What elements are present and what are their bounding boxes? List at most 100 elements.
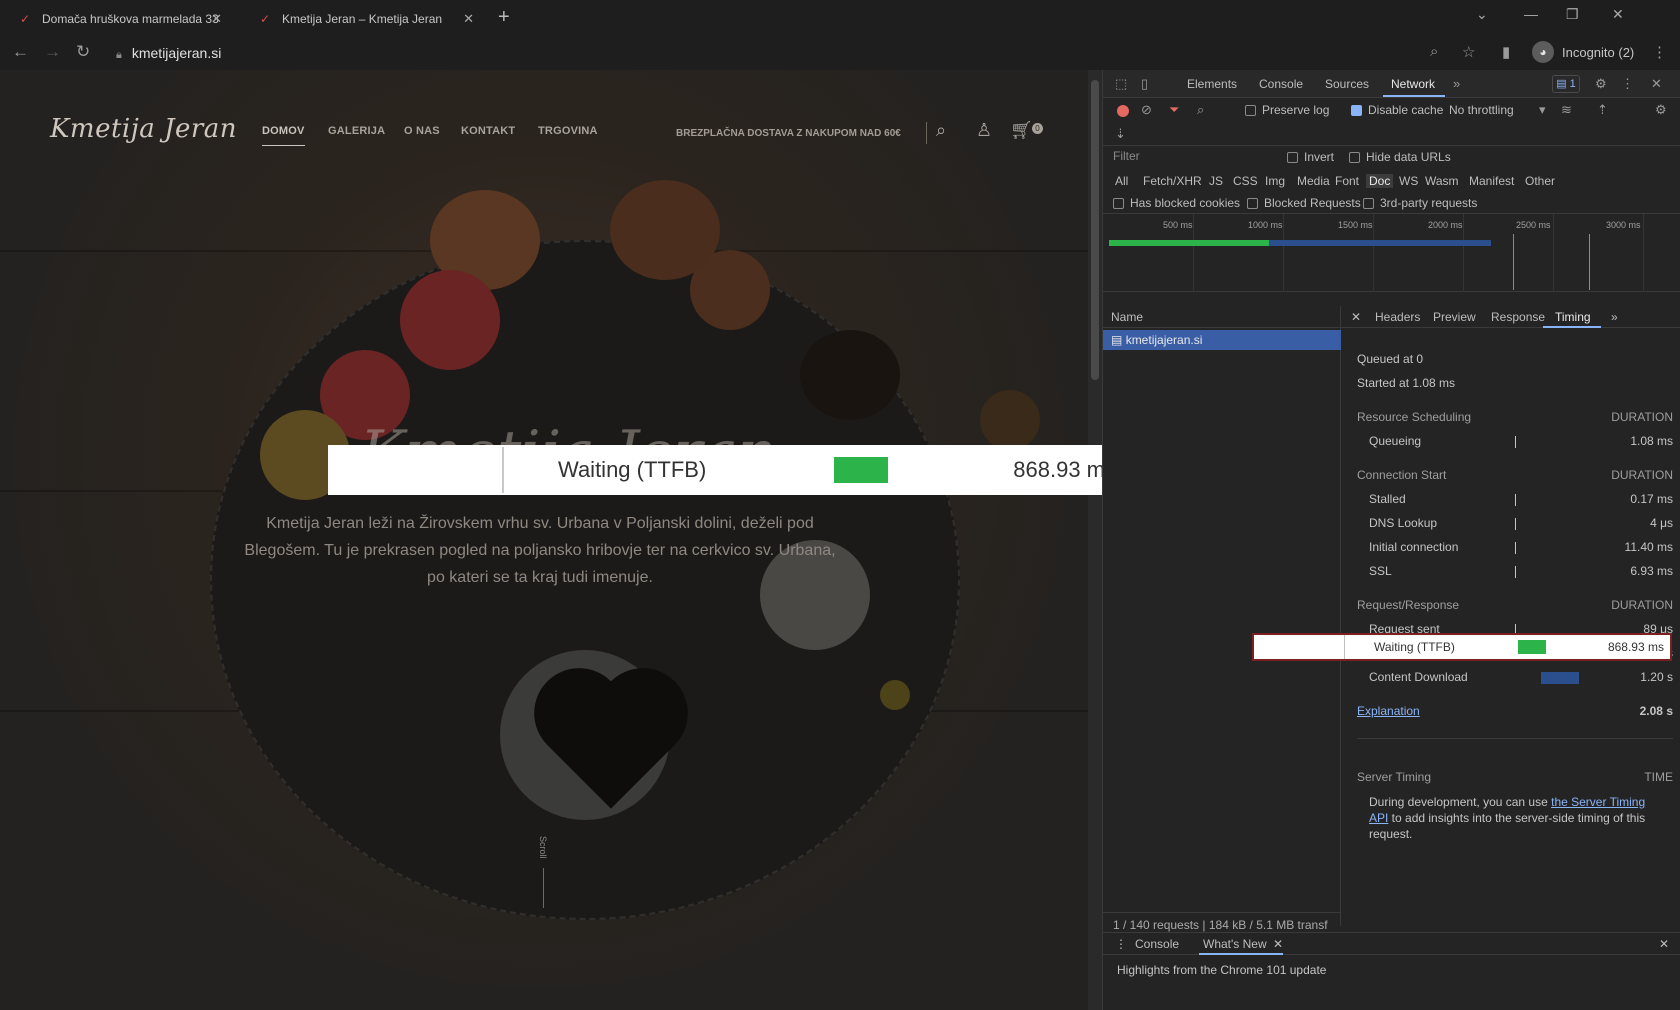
overview-tick: 1500 ms <box>1338 220 1373 230</box>
user-icon[interactable]: ♙ <box>976 120 992 141</box>
request-detail-tabs: ✕ Headers Preview Response Timing » <box>1341 306 1680 328</box>
tab-response[interactable]: Response <box>1491 310 1545 324</box>
type-img[interactable]: Img <box>1265 174 1285 188</box>
note-text: to add insights into the server-side tim… <box>1369 811 1646 841</box>
incognito-profile[interactable]: ◕ Incognito (2) <box>1532 40 1634 64</box>
whats-new-highlights: Highlights from the Chrome 101 update <box>1117 963 1327 977</box>
forward-icon[interactable]: → <box>44 42 61 62</box>
search-icon[interactable]: ⌕ <box>1197 102 1204 118</box>
request-row[interactable]: ▤ kmetijajeran.si <box>1103 330 1341 350</box>
blocked-requests-checkbox[interactable]: Blocked Requests <box>1247 196 1361 210</box>
type-css[interactable]: CSS <box>1233 174 1258 188</box>
tab-console[interactable]: Console <box>1259 77 1303 91</box>
invert-checkbox[interactable]: Invert <box>1287 150 1334 164</box>
type-font[interactable]: Font <box>1335 174 1359 188</box>
clear-icon[interactable]: ⊘ <box>1141 102 1152 118</box>
browser-tab-1[interactable]: ✓ Domača hruškova marmelada 33 ✕ <box>10 4 230 34</box>
devtools-tabbar: ⬚ ▯ Elements Console Sources Network » ▤… <box>1103 70 1680 98</box>
inspect-element-icon[interactable]: ⬚ <box>1115 76 1127 92</box>
new-tab-icon[interactable]: + <box>498 6 510 29</box>
type-media[interactable]: Media <box>1297 174 1330 188</box>
more-detail-tabs-icon[interactable]: » <box>1611 310 1618 324</box>
settings-gear-icon[interactable]: ⚙ <box>1595 76 1607 92</box>
tab-timing[interactable]: Timing <box>1555 310 1591 324</box>
nav-trgovina[interactable]: TRGOVINA <box>538 125 598 137</box>
type-wasm[interactable]: Wasm <box>1425 174 1459 188</box>
grid-line <box>1373 214 1374 292</box>
url-field[interactable]: 🔒︎ kmetijajeran.si <box>116 40 1446 66</box>
section-title: Request/Response <box>1357 598 1460 612</box>
reload-icon[interactable]: ↻ <box>76 42 90 62</box>
hazelnut-image <box>880 680 910 710</box>
tab-network[interactable]: Network <box>1391 77 1435 91</box>
has-blocked-cookies-checkbox[interactable]: Has blocked cookies <box>1113 196 1240 210</box>
side-panel-icon[interactable]: ▮ <box>1502 43 1510 61</box>
import-har-icon[interactable]: ⇡ <box>1597 102 1608 118</box>
filter-input[interactable]: Filter <box>1113 149 1140 163</box>
throttling-select[interactable]: No throttling <box>1449 103 1514 117</box>
explanation-link[interactable]: Explanation <box>1357 704 1420 718</box>
bookmark-star-icon[interactable]: ☆ <box>1462 43 1475 61</box>
tab-elements[interactable]: Elements <box>1187 77 1237 91</box>
type-ws[interactable]: WS <box>1399 174 1418 188</box>
nav-domov[interactable]: DOMOV <box>262 125 305 146</box>
tab-sources[interactable]: Sources <box>1325 77 1369 91</box>
name-column-header[interactable]: Name <box>1103 306 1341 328</box>
device-toolbar-icon[interactable]: ▯ <box>1141 76 1148 92</box>
tab-close-icon[interactable]: ✕ <box>211 11 222 27</box>
type-other[interactable]: Other <box>1525 174 1555 188</box>
filter-icon[interactable]: ⏷ <box>1169 102 1179 118</box>
back-icon[interactable]: ← <box>12 42 29 62</box>
nav-galerija[interactable]: GALERIJA <box>328 125 385 137</box>
devtools-menu-icon[interactable]: ⋮ <box>1621 76 1634 92</box>
load-line <box>1589 234 1590 290</box>
queued-at: Queued at 0 <box>1357 352 1673 368</box>
drawer-tab-whats-new[interactable]: What's New <box>1203 937 1267 951</box>
tab-preview[interactable]: Preview <box>1433 310 1476 324</box>
export-har-icon[interactable]: ⇣ <box>1115 126 1126 142</box>
disable-cache-checkbox[interactable]: Disable cache <box>1351 103 1443 117</box>
cart-icon[interactable]: 🛒︎ <box>1010 120 1033 141</box>
type-js[interactable]: JS <box>1209 174 1223 188</box>
grid-line <box>1283 214 1284 292</box>
hide-data-urls-checkbox[interactable]: Hide data URLs <box>1349 150 1451 164</box>
drawer-menu-icon[interactable]: ⋮ <box>1115 937 1127 951</box>
tab-headers[interactable]: Headers <box>1375 310 1420 324</box>
type-manifest[interactable]: Manifest <box>1469 174 1514 188</box>
type-all[interactable]: All <box>1115 174 1128 188</box>
maximize-icon[interactable]: ❐ <box>1566 6 1579 23</box>
browser-tab-2[interactable]: ✓ Kmetija Jeran – Kmetija Jeran ✕ <box>250 4 482 34</box>
record-icon[interactable] <box>1117 105 1129 117</box>
close-drawer-icon[interactable]: ✕ <box>1659 937 1669 951</box>
site-logo[interactable]: Kmetija Jeran <box>50 114 237 144</box>
overview-tick: 3000 ms <box>1606 220 1641 230</box>
drawer-tab-console[interactable]: Console <box>1135 937 1179 951</box>
close-detail-icon[interactable]: ✕ <box>1351 310 1361 324</box>
close-whats-new-icon[interactable]: ✕ <box>1273 937 1283 951</box>
overview-download-bar <box>1269 240 1491 246</box>
close-window-icon[interactable]: ✕ <box>1612 6 1624 23</box>
kebab-menu-icon[interactable]: ⋮ <box>1652 43 1667 61</box>
callout-divider <box>502 447 504 493</box>
network-conditions-icon[interactable]: ≋ <box>1561 102 1572 118</box>
page-scrollbar-thumb[interactable] <box>1091 80 1099 380</box>
network-settings-icon[interactable]: ⚙ <box>1655 102 1667 118</box>
nav-kontakt[interactable]: KONTAKT <box>461 125 515 137</box>
minimize-icon[interactable]: — <box>1524 6 1538 22</box>
type-doc[interactable]: Doc <box>1366 174 1394 188</box>
search-icon[interactable]: ⌕ <box>936 120 946 141</box>
zoom-icon[interactable]: ⌕ <box>1430 43 1438 60</box>
tab-search-icon[interactable]: ⌄ <box>1476 6 1488 23</box>
tab-close-icon[interactable]: ✕ <box>463 11 474 27</box>
dropdown-caret-icon[interactable]: ▾ <box>1539 102 1546 118</box>
third-party-checkbox[interactable]: 3rd-party requests <box>1363 196 1477 210</box>
network-overview-timeline[interactable]: 500 ms 1000 ms 1500 ms 2000 ms 2500 ms 3… <box>1103 214 1680 292</box>
timing-label: Stalled <box>1369 492 1406 506</box>
close-devtools-icon[interactable]: ✕ <box>1651 76 1662 92</box>
section-title: Server Timing <box>1357 770 1432 784</box>
nav-o-nas[interactable]: O NAS <box>404 125 440 137</box>
more-tabs-icon[interactable]: » <box>1453 76 1460 91</box>
issues-badge[interactable]: ▤ 1 <box>1552 75 1580 93</box>
preserve-log-checkbox[interactable]: Preserve log <box>1245 103 1329 117</box>
type-fetch-xhr[interactable]: Fetch/XHR <box>1143 174 1202 188</box>
